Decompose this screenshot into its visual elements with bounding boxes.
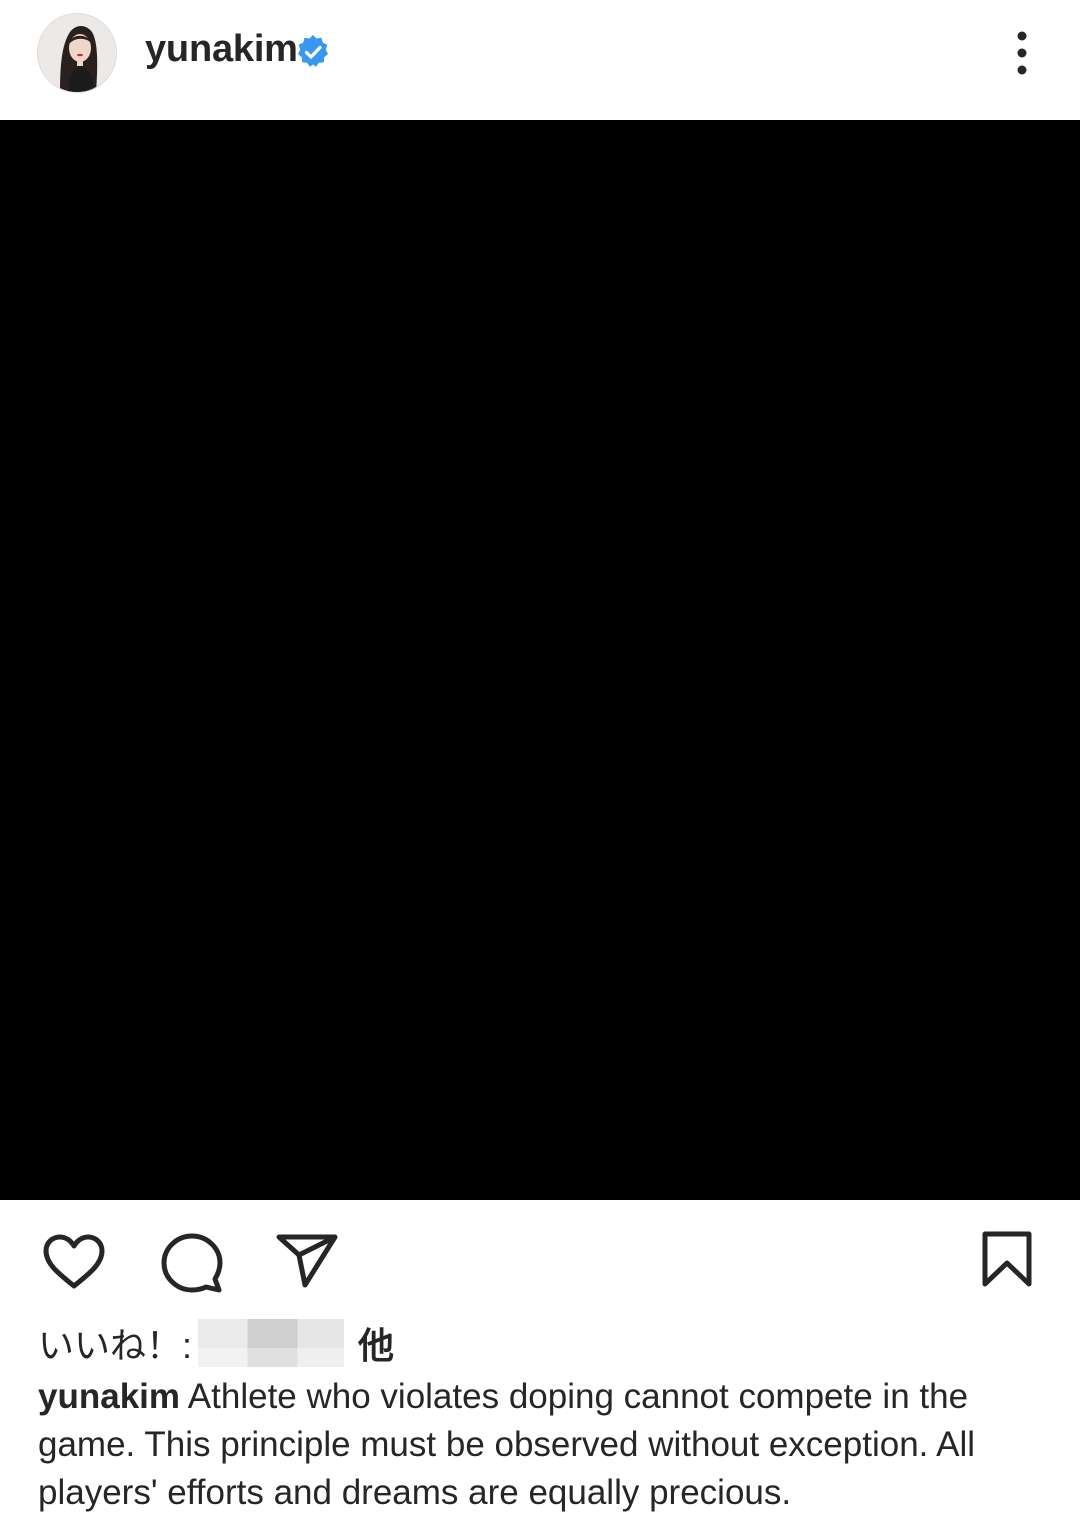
comment-icon[interactable] xyxy=(160,1232,224,1294)
caption-username[interactable]: yunakim xyxy=(38,1377,180,1416)
post-caption: yunakim Athlete who violates doping cann… xyxy=(38,1373,1048,1517)
send-icon[interactable] xyxy=(275,1233,339,1289)
post-action-bar xyxy=(0,1200,1080,1315)
likes-prefix: いいね！: xyxy=(38,1325,193,1366)
post-media[interactable] xyxy=(0,120,1080,1200)
post-username[interactable]: yunakim xyxy=(145,28,298,71)
verified-badge-icon xyxy=(298,35,328,67)
likes-summary[interactable]: いいね！: 他 xyxy=(38,1318,394,1368)
avatar[interactable] xyxy=(37,13,117,93)
avatar-image xyxy=(38,14,116,92)
bookmark-icon[interactable] xyxy=(980,1230,1034,1288)
likes-others: 他 xyxy=(358,1325,395,1366)
more-options-icon[interactable] xyxy=(1002,28,1042,78)
blurred-username xyxy=(198,1319,345,1367)
post-header: yunakim xyxy=(0,0,1080,120)
heart-icon[interactable] xyxy=(42,1233,106,1291)
